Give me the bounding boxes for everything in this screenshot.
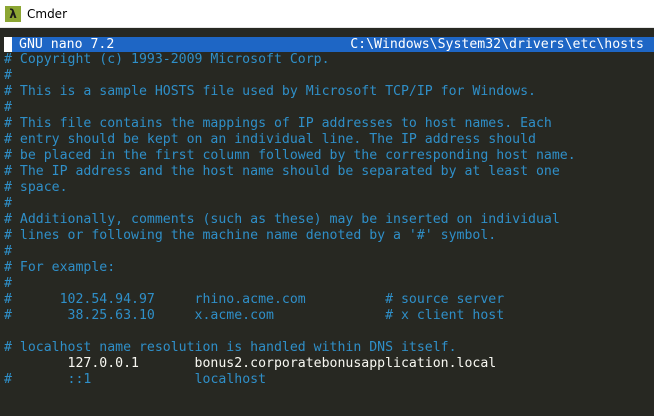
file-line: # [4,100,12,115]
file-line: # [4,244,12,259]
file-line: # entry should be kept on an individual … [4,132,536,147]
file-line: # lines or following the machine name de… [4,228,497,243]
text-cursor [4,37,12,52]
file-line: # Additionally, comments (such as these)… [4,212,560,227]
file-line: # space. [4,180,68,195]
file-line: # [4,196,12,211]
file-line-localhost: # ::1 localhost [4,372,576,388]
nano-version-title: GNU nano 7.2 [19,37,115,52]
file-line: # For example: [4,260,116,275]
comment-hash: # [4,372,12,387]
file-line: # 102.54.94.97 rhino.acme.com # source s… [4,292,505,307]
file-line: # localhost name resolution is handled w… [4,340,457,355]
localhost-host: localhost [91,372,267,387]
file-line: # This file contains the mappings of IP … [4,116,552,131]
nano-file-path: C:\Windows\System32\drivers\etc\hosts [350,37,644,52]
file-line: # This is a sample HOSTS file used by Mi… [4,84,536,99]
terminal-area[interactable]: GNU nano 7.2 C:\Windows\System32\drivers… [0,28,654,416]
file-line: # Copyright (c) 1993-2009 Microsoft Corp… [4,52,330,67]
file-line: # 38.25.63.10 x.acme.com # x client host [4,308,505,323]
window-titlebar: λ Cmder [0,0,654,28]
file-line: # [4,276,12,291]
file-line: # [4,68,12,83]
nano-header-bar: GNU nano 7.2 C:\Windows\System32\drivers… [4,37,654,52]
lambda-icon: λ [5,5,21,22]
file-line [4,324,576,340]
window-title: Cmder [27,6,68,21]
file-line: # The IP address and the host name shoul… [4,164,560,179]
localhost-ip: ::1 [11,372,92,387]
file-content[interactable]: # Copyright (c) 1993-2009 Microsoft Corp… [4,52,576,388]
file-line: # be placed in the first column followed… [4,148,576,163]
hosts-entry-line: 127.0.0.1 bonus2.corporatebonusapplicati… [4,356,497,371]
